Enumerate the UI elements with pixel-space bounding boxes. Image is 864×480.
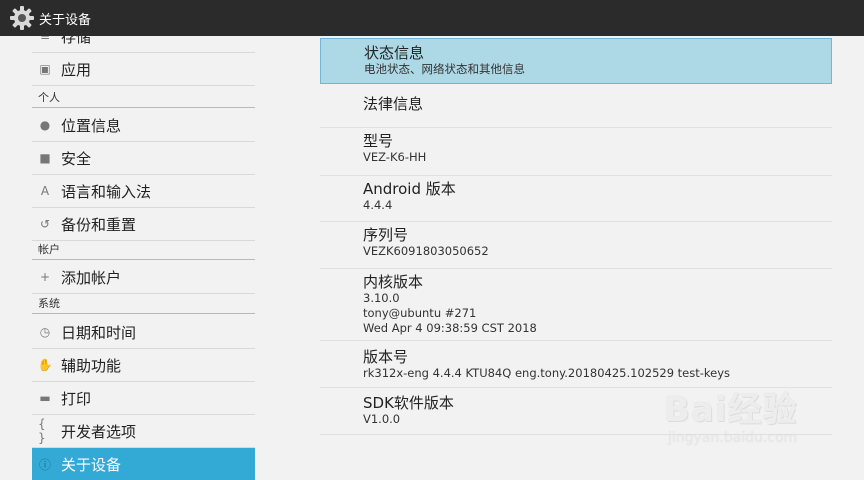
plus-icon: + (39, 270, 51, 284)
item-title: 序列号 (363, 226, 409, 244)
item-subtitle: VEZ-K6-HH (363, 150, 427, 164)
item-title: 法律信息 (363, 95, 424, 113)
settings-menu: ≡ 存储 ▣ 应用 个人 ● 位置信息 ■ 安全 A 语言和输入法 ↺ 备份和重… (32, 36, 255, 480)
backup-restore-icon: ↺ (39, 217, 51, 231)
watermark: Bai经验 jingyan.baidu.com (664, 382, 854, 462)
item-subtitle-line: 3.10.0 (363, 291, 400, 305)
title-bar: 关于设备 (0, 0, 864, 36)
menu-item-location[interactable]: ● 位置信息 (32, 109, 255, 142)
menu-item-label: 位置信息 (61, 116, 122, 135)
location-pin-icon: ● (39, 118, 51, 132)
clock-icon: ◷ (39, 325, 51, 339)
menu-item-label: 备份和重置 (61, 215, 137, 234)
item-subtitle: 电池状态、网络状态和其他信息 (364, 62, 525, 76)
kernel-version-item[interactable]: 内核版本 3.10.0 tony@ubuntu #271 Wed Apr 4 0… (320, 269, 832, 341)
menu-item-date-time[interactable]: ◷ 日期和时间 (32, 316, 255, 349)
menu-item-about-device[interactable]: ⓘ 关于设备 (32, 448, 255, 480)
menu-item-label: 辅助功能 (61, 356, 122, 375)
menu-item-label: 开发者选项 (61, 422, 137, 441)
menu-item-label: 应用 (61, 60, 92, 79)
item-title: 版本号 (363, 348, 409, 366)
model-item[interactable]: 型号 VEZ-K6-HH (320, 128, 832, 176)
watermark-brand: Bai经验 (664, 390, 798, 430)
menu-item-label: 日期和时间 (61, 323, 137, 342)
lock-icon: ■ (39, 151, 51, 165)
item-subtitle-line: Wed Apr 4 09:38:59 CST 2018 (363, 321, 537, 335)
menu-item-label: 打印 (61, 389, 92, 408)
legal-info-item[interactable]: 法律信息 (320, 84, 832, 128)
menu-item-security[interactable]: ■ 安全 (32, 142, 255, 175)
code-braces-icon: { } (38, 417, 46, 445)
printer-icon: ▬ (39, 391, 51, 405)
item-title: 状态信息 (364, 44, 425, 62)
menu-item-developer-options[interactable]: { } 开发者选项 (32, 415, 255, 448)
menu-item-add-account[interactable]: + 添加帐户 (32, 261, 255, 294)
section-header-accounts: 帐户 (32, 242, 255, 260)
menu-item-apps[interactable]: ▣ 应用 (32, 53, 255, 86)
status-info-item[interactable]: 状态信息 电池状态、网络状态和其他信息 (320, 38, 832, 84)
menu-item-label: 安全 (61, 149, 92, 168)
menu-item-label: 存储 (61, 36, 92, 46)
item-title: 型号 (363, 132, 394, 150)
storage-icon: ≡ (39, 36, 51, 43)
android-version-item[interactable]: Android 版本 4.4.4 (320, 176, 832, 222)
item-title: Android 版本 (363, 180, 456, 198)
hand-icon: ✋ (37, 358, 53, 372)
menu-item-language-input[interactable]: A 语言和输入法 (32, 175, 255, 208)
apps-icon: ▣ (39, 62, 51, 76)
menu-item-storage[interactable]: ≡ 存储 (32, 36, 255, 53)
settings-gear-icon (10, 6, 34, 30)
menu-item-label: 语言和输入法 (61, 182, 152, 201)
menu-item-accessibility[interactable]: ✋ 辅助功能 (32, 349, 255, 382)
item-subtitle: VEZK6091803050652 (363, 244, 489, 258)
menu-item-label: 添加帐户 (61, 268, 122, 287)
keyboard-a-icon: A (40, 184, 50, 198)
item-title: 内核版本 (363, 273, 424, 291)
section-header-system: 系统 (32, 296, 255, 314)
build-number-item[interactable]: 版本号 rk312x-eng 4.4.4 KTU84Q eng.tony.201… (320, 341, 832, 388)
page-title: 关于设备 (39, 12, 92, 28)
item-subtitle: rk312x-eng 4.4.4 KTU84Q eng.tony.2018042… (363, 366, 731, 380)
watermark-site: jingyan.baidu.com (668, 430, 798, 446)
menu-item-label: 关于设备 (61, 456, 122, 474)
info-icon: ⓘ (38, 458, 51, 472)
item-subtitle-line: tony@ubuntu #271 (363, 306, 477, 320)
section-header-personal: 个人 (32, 90, 255, 108)
serial-number-item[interactable]: 序列号 VEZK6091803050652 (320, 222, 832, 269)
menu-item-printing[interactable]: ▬ 打印 (32, 382, 255, 415)
item-subtitle: 4.4.4 (363, 198, 393, 212)
menu-item-backup-reset[interactable]: ↺ 备份和重置 (32, 208, 255, 241)
